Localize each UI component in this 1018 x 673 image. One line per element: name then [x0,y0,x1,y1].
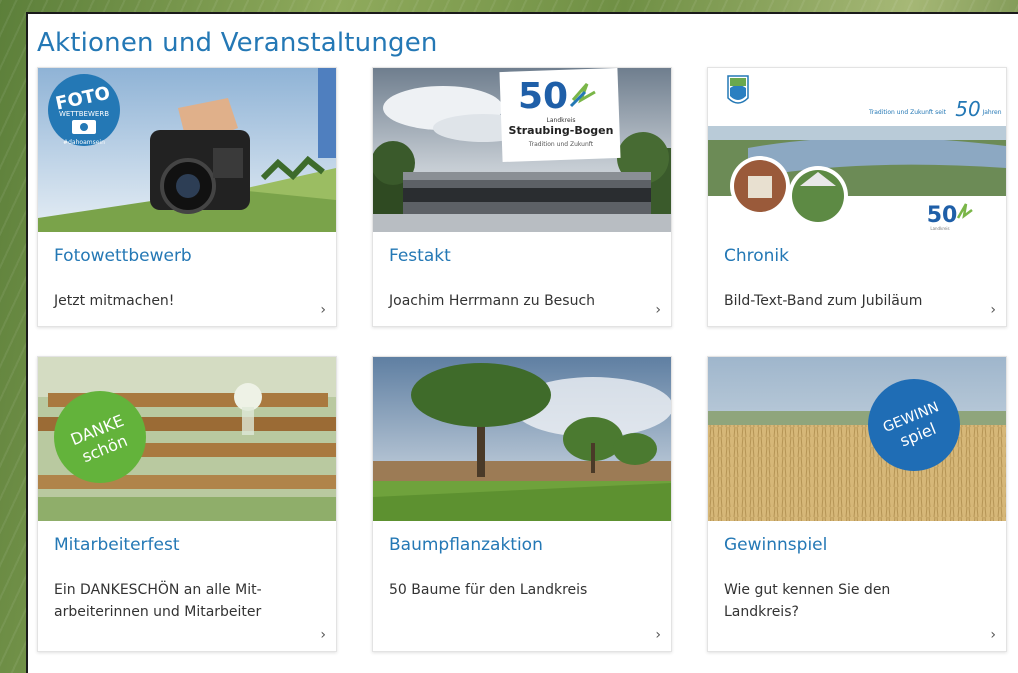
chronik-overlay: Tradition und Zukunft seit 50 Jahren 50 … [727,75,1002,231]
card-title-fotowettbewerb[interactable]: Fotowettbewerb [54,246,192,266]
gewinnspiel-badge-icon: GEWINN spiel [868,379,960,471]
svg-text:WETTBEWERB: WETTBEWERB [59,110,109,118]
svg-text:Landkreis: Landkreis [547,117,576,124]
card-text-festakt: Joachim Herrmann zu Besuch [389,293,596,309]
card-gewinnspiel[interactable]: GEWINN spiel Gewinnspiel Wie gut kennen … [707,356,1007,652]
card-mitarbeiterfest[interactable]: DANKE schön Mitarbeiterfest Ein DANKESCH… [37,356,337,652]
card-text-chronik: Bild-Text-Band zum Jubiläum [724,293,923,309]
card-baumpflanzaktion[interactable]: Baumpflanzaktion 50 Baume für den Landkr… [372,356,672,652]
card-title-chronik[interactable]: Chronik [724,246,789,266]
svg-text:Tradition und Zukunft seit: Tradition und Zukunft seit [868,109,947,116]
svg-text:#dahoamsein: #dahoamsein [63,139,105,146]
card-title-mitarbeiterfest[interactable]: Mitarbeiterfest [54,535,180,555]
chevron-right-icon[interactable]: › [990,302,996,318]
chevron-right-icon[interactable]: › [320,302,326,318]
chevron-right-icon[interactable]: › [655,627,661,643]
card-image-building: 50 Landkreis Straubing-Bogen Tradition u… [373,68,671,232]
svg-text:Jahren: Jahren [981,109,1001,116]
card-festakt[interactable]: 50 Landkreis Straubing-Bogen Tradition u… [372,67,672,327]
svg-text:50: 50 [518,76,568,117]
card-fotowettbewerb[interactable]: FOTO WETTBEWERB #dahoamsein Fotowettbewe… [37,67,337,327]
card-image-benches: DANKE schön [38,357,336,521]
foto-badge-icon: FOTO WETTBEWERB #dahoamsein [48,74,120,146]
card-chronik[interactable]: Tradition und Zukunft seit 50 Jahren 50 … [707,67,1007,327]
svg-text:Landkreis: Landkreis [930,226,949,231]
landkreis-50-logo: 50 Landkreis Straubing-Bogen Tradition u… [509,76,614,148]
danke-badge-icon: DANKE schön [54,391,146,483]
svg-text:50: 50 [955,97,980,121]
card-text-mitarbeiterfest: Ein DANKESCHÖN an alle Mit-arbeiterinnen… [54,582,262,620]
card-title-festakt[interactable]: Festakt [389,246,451,266]
svg-text:50: 50 [927,203,958,228]
chevron-right-icon[interactable]: › [320,627,326,643]
card-image-wheat-field: GEWINN spiel [708,357,1006,521]
section-title: Aktionen und Veranstaltungen [37,28,438,58]
card-text-gewinnspiel: Wie gut kennen Sie den Landkreis? [724,582,891,620]
svg-text:Straubing-Bogen: Straubing-Bogen [509,124,614,137]
card-image-camera: FOTO WETTBEWERB #dahoamsein [38,68,336,232]
card-text-fotowettbewerb: Jetzt mitmachen! [54,293,175,309]
card-title-gewinnspiel[interactable]: Gewinnspiel [724,535,827,555]
card-title-baumpflanzaktion[interactable]: Baumpflanzaktion [389,535,543,555]
card-image-chronik-cover: Tradition und Zukunft seit 50 Jahren 50 … [708,68,1006,232]
card-image-trees [373,357,671,521]
chevron-right-icon[interactable]: › [655,302,661,318]
content-panel: Aktionen und Veranstaltungen FOTO WETTBE… [26,12,1018,673]
chevron-right-icon[interactable]: › [990,627,996,643]
svg-text:Tradition und Zukunft: Tradition und Zukunft [528,141,594,148]
card-text-baumpflanzaktion: 50 Baume für den Landkreis [389,582,588,598]
